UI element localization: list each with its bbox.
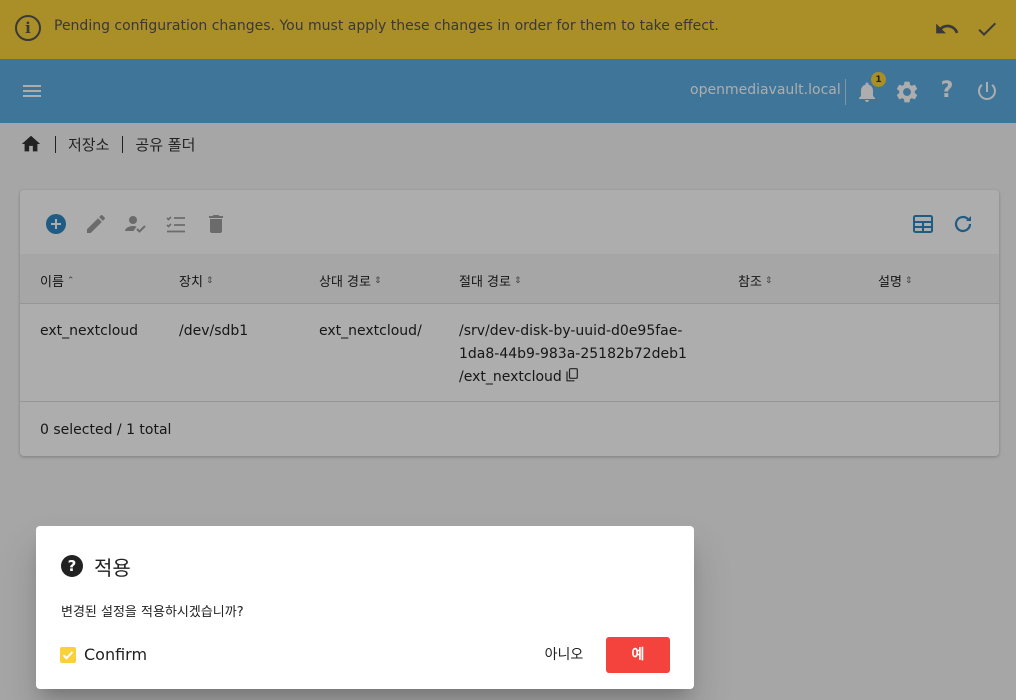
- dialog-message: 변경된 설정을 적용하시겠습니까?: [61, 605, 244, 620]
- confirm-label[interactable]: Confirm: [84, 645, 147, 664]
- confirm-checkbox[interactable]: [60, 647, 76, 663]
- dialog-title: 적용: [94, 556, 131, 580]
- apply-dialog: ? 적용 변경된 설정을 적용하시겠습니까? Confirm 아니오 예: [36, 526, 694, 689]
- question-icon: ?: [61, 555, 83, 577]
- yes-button[interactable]: 예: [606, 637, 670, 673]
- no-button[interactable]: 아니오: [534, 637, 594, 673]
